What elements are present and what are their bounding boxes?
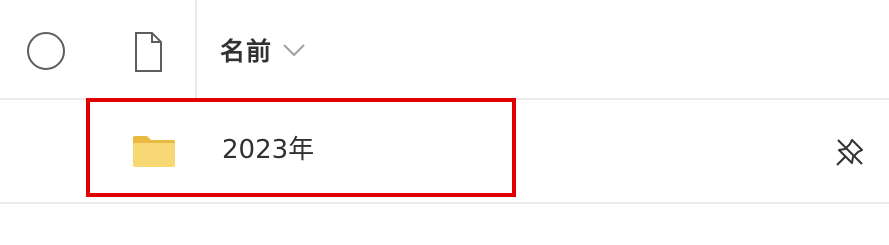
select-all-circle-icon[interactable] <box>27 32 65 70</box>
name-column-label: 名前 <box>220 37 273 66</box>
list-header: 名前 <box>0 0 889 100</box>
file-list: 名前 2023年 <box>0 0 889 245</box>
folder-icon <box>133 136 175 167</box>
list-item[interactable]: 2023年 <box>0 100 889 204</box>
item-name[interactable]: 2023年 <box>222 132 314 168</box>
column-divider[interactable] <box>195 0 197 98</box>
name-column-header[interactable]: 名前 <box>220 30 306 70</box>
chevron-down-icon <box>283 44 305 57</box>
pin-off-icon[interactable] <box>834 136 866 168</box>
document-icon[interactable] <box>133 32 163 72</box>
